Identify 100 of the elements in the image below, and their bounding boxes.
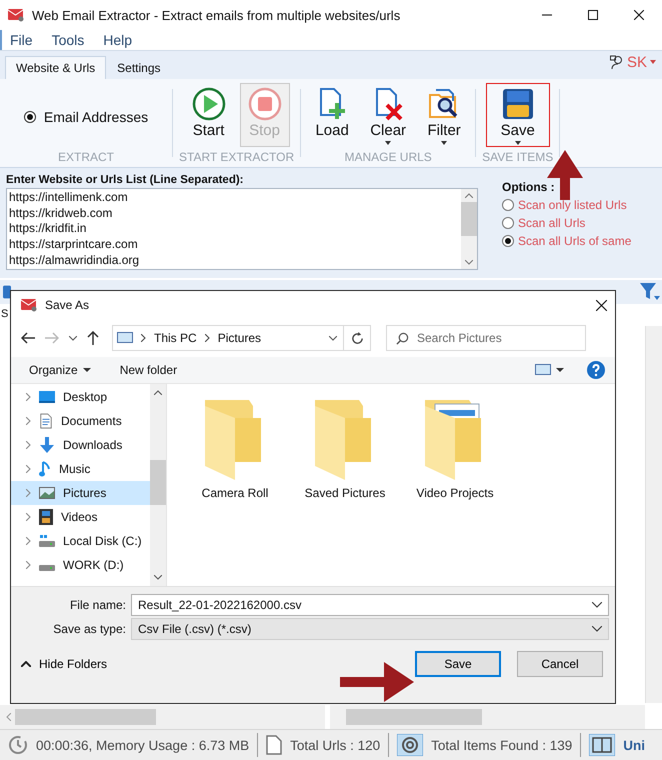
options-label: Options : (502, 180, 556, 194)
chevron-right-icon[interactable] (26, 417, 31, 425)
chevron-down-icon[interactable] (592, 626, 602, 632)
nav-item[interactable]: Downloads (11, 433, 150, 457)
file-type-dropdown[interactable]: Csv File (.csv) (*.csv) (131, 618, 609, 640)
menu-item[interactable]: Tools (52, 32, 84, 48)
user-icon (610, 55, 624, 69)
url-list-field[interactable]: https://intellimenk.com https://kridweb.com https://kridfit.in https://starprintcare.com https://almawridindia.org (6, 188, 478, 270)
group-label: EXTRACT (58, 150, 114, 164)
maximize-icon[interactable] (588, 10, 598, 20)
scrollbar-thumb[interactable] (150, 460, 166, 505)
monitor-icon (39, 390, 55, 404)
ribbon-button[interactable]: Clear (363, 83, 414, 147)
scroll-down-icon[interactable] (154, 575, 162, 580)
toolbar-button[interactable]: Organize (29, 363, 78, 377)
cancel-button[interactable]: Cancel (517, 651, 603, 677)
group-label: MANAGE URLS (344, 150, 432, 164)
caret-icon[interactable] (556, 368, 564, 372)
column-header: S (0, 308, 9, 322)
folder-item[interactable]: Saved Pictures (299, 400, 391, 500)
field-label: Save as type: (52, 622, 127, 636)
ribbon-button[interactable]: Filter (419, 83, 470, 147)
envelope-icon (21, 298, 37, 312)
scrollbar[interactable] (461, 189, 477, 269)
back-arrow-icon[interactable] (21, 332, 35, 344)
close-icon[interactable] (634, 10, 644, 20)
document-icon (39, 413, 53, 429)
menu-item[interactable]: Help (103, 32, 132, 48)
search-icon (396, 332, 409, 345)
caret-icon[interactable] (82, 368, 91, 372)
url-line: https://starprintcare.com (9, 237, 139, 253)
scrollbar-thumb[interactable] (346, 709, 482, 725)
computer-icon (117, 332, 133, 344)
close-icon[interactable] (596, 300, 607, 310)
scrollbar[interactable] (150, 384, 166, 586)
chevron-right-icon[interactable] (26, 489, 31, 497)
scrollbar[interactable] (330, 705, 645, 729)
nav-item[interactable]: Pictures (11, 481, 150, 505)
group-label: START EXTRACTOR (179, 150, 294, 164)
file-name-field[interactable]: Result_22-01-2022162000.csv (131, 594, 609, 616)
radio-button[interactable] (502, 217, 514, 229)
radio-button[interactable] (502, 199, 514, 211)
chevron-down-icon[interactable] (592, 602, 602, 608)
nav-item[interactable]: Documents (11, 409, 150, 433)
scrollbar-thumb[interactable] (461, 202, 477, 236)
scroll-left-icon[interactable] (6, 713, 11, 721)
chevron-right-icon[interactable] (26, 513, 31, 521)
scrollbar-thumb[interactable] (15, 709, 156, 725)
document-icon (266, 735, 282, 755)
window-title: Web Email Extractor - Extract emails from multiple websites/urls (32, 8, 400, 22)
refresh-icon (350, 332, 364, 344)
toolbar-button[interactable]: New folder (120, 363, 178, 377)
chevron-right-icon (141, 334, 146, 342)
nav-item[interactable]: Local Disk (C:) (11, 529, 150, 553)
help-icon[interactable] (587, 361, 605, 379)
menu-item[interactable]: File (10, 32, 33, 48)
url-line: https://kridfit.in (9, 221, 88, 238)
nav-item[interactable]: WORK (D:) (11, 553, 150, 577)
status-text: Total Urls : 120 (290, 738, 380, 752)
address-bar[interactable]: This PC Pictures (112, 325, 344, 351)
search-field[interactable]: Search Pictures (386, 325, 586, 351)
ribbon-button[interactable]: Save (486, 83, 550, 147)
tab[interactable]: Settings (106, 56, 172, 79)
folder-item[interactable]: Video Projects (409, 400, 501, 500)
radio-button[interactable] (24, 110, 36, 122)
filter-icon[interactable] (640, 283, 660, 301)
radio-button[interactable] (502, 235, 514, 247)
breadcrumb[interactable]: Pictures (218, 331, 262, 345)
field-label: File name: (68, 598, 127, 612)
chevron-right-icon (204, 334, 210, 342)
chevron-right-icon[interactable] (26, 537, 31, 545)
scroll-up-icon[interactable] (154, 390, 162, 395)
ribbon-button[interactable]: Start (184, 83, 234, 147)
scrollbar[interactable] (0, 705, 325, 729)
chevron-right-icon[interactable] (26, 465, 31, 473)
chevron-down-icon[interactable] (329, 336, 337, 340)
up-arrow-icon[interactable] (87, 331, 99, 345)
scrollbar[interactable] (645, 326, 662, 703)
caret-icon (514, 141, 521, 145)
folder-item[interactable]: Camera Roll (189, 400, 281, 500)
refresh-button[interactable] (343, 325, 371, 351)
chevron-right-icon[interactable] (26, 393, 31, 401)
save-button[interactable]: Save (415, 651, 501, 677)
view-icon[interactable] (535, 364, 551, 376)
chevron-right-icon[interactable] (26, 441, 31, 449)
radio-label[interactable]: Email Addresses (44, 108, 148, 124)
chevron-down-icon[interactable] (69, 336, 77, 340)
nav-item[interactable]: Desktop (11, 385, 150, 409)
nav-item[interactable]: Videos (11, 505, 150, 529)
hide-folders-button[interactable]: Hide Folders (21, 657, 108, 671)
tab[interactable]: Website & Urls (5, 56, 106, 79)
url-line: https://kridweb.com (9, 206, 114, 222)
film-icon (39, 509, 53, 525)
breadcrumb[interactable]: This PC (154, 331, 197, 345)
envelope-icon (8, 8, 24, 22)
scroll-up-icon[interactable] (465, 193, 473, 198)
ribbon-button[interactable]: Load (307, 83, 358, 147)
nav-item[interactable]: Music (11, 457, 150, 481)
chevron-right-icon[interactable] (26, 561, 31, 569)
scroll-down-icon[interactable] (465, 260, 473, 265)
